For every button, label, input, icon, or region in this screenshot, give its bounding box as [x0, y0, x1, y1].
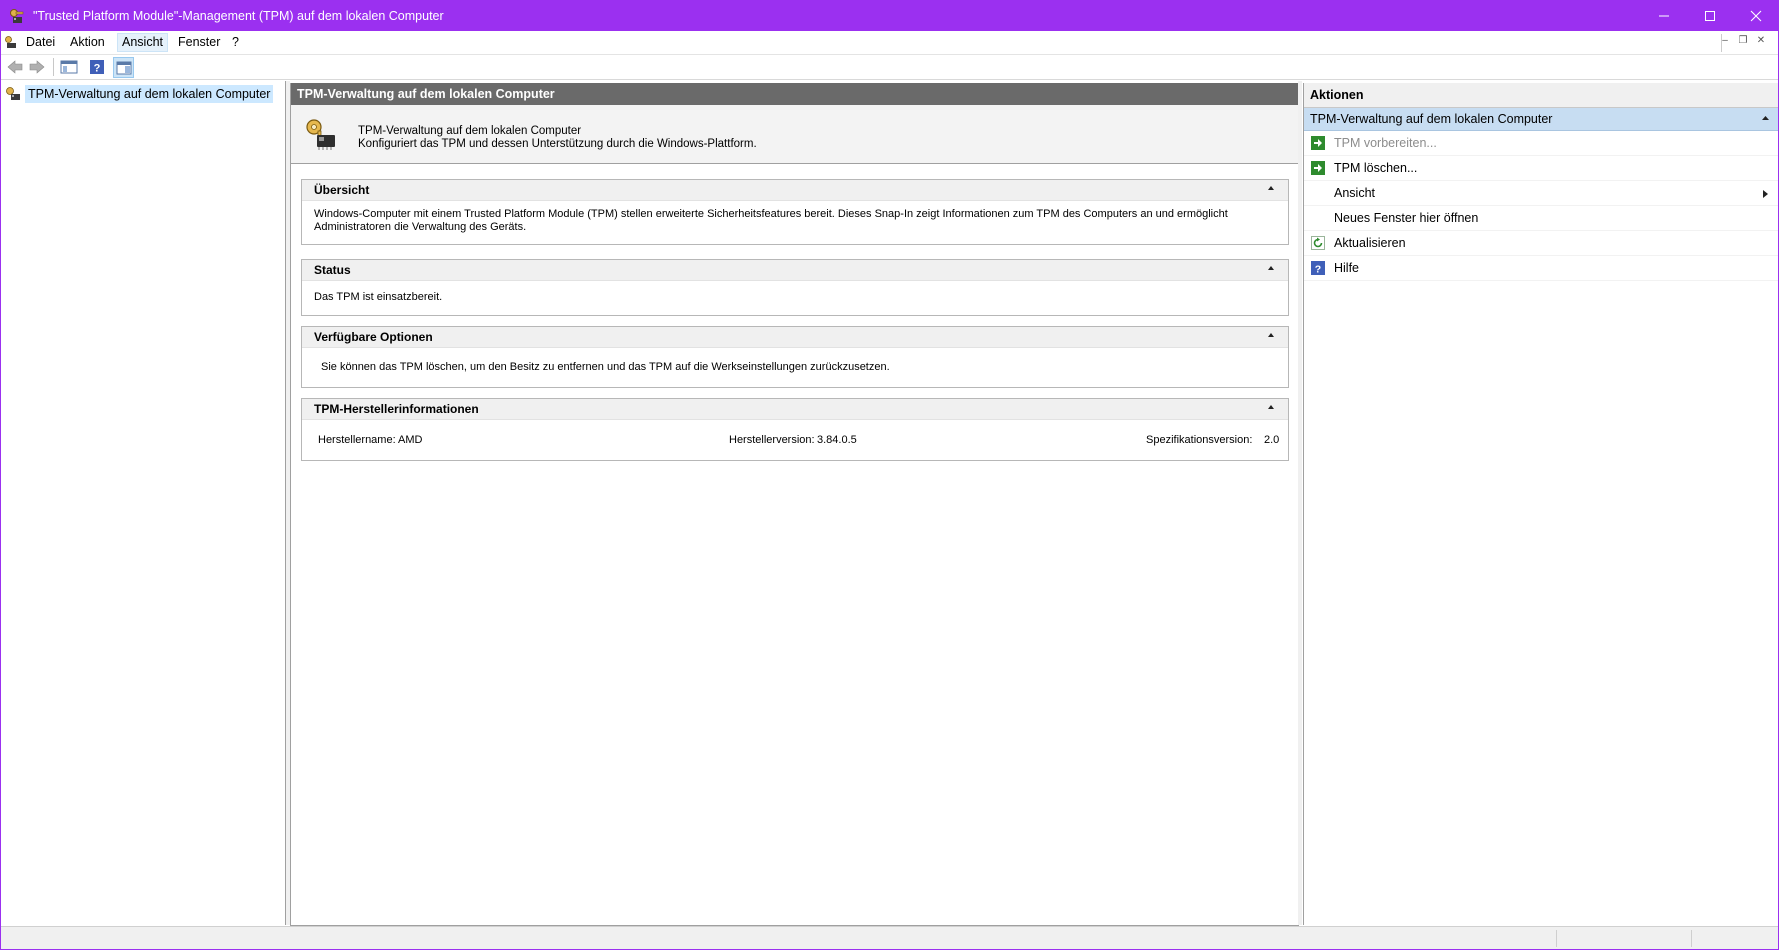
action-label: Ansicht — [1334, 186, 1375, 200]
tpm-app-icon — [10, 9, 24, 23]
action-help[interactable]: ? Hilfe — [1304, 256, 1778, 281]
back-button[interactable] — [5, 57, 25, 77]
action-tpm-prepare[interactable]: TPM vorbereiten... — [1304, 131, 1778, 156]
menu-fenster[interactable]: Fenster — [174, 34, 224, 51]
help-toolbar-button[interactable]: ? — [87, 57, 107, 77]
status-bar-divider — [1556, 930, 1557, 947]
collapse-icon[interactable] — [1267, 332, 1275, 338]
action-new-window[interactable]: Neues Fenster hier öffnen — [1304, 206, 1778, 231]
help-icon: ? — [1311, 261, 1325, 275]
spec-version-label: Spezifikationsversion: — [1146, 434, 1253, 446]
description-band: TPM-Verwaltung auf dem lokalen Computer … — [291, 105, 1298, 164]
close-icon — [1750, 10, 1762, 22]
menu-ansicht[interactable]: Ansicht — [117, 33, 168, 52]
overview-section-header[interactable]: Übersicht — [302, 180, 1288, 201]
submenu-arrow-icon — [1763, 190, 1768, 198]
menu-aktion[interactable]: Aktion — [66, 34, 109, 51]
minimize-button[interactable] — [1641, 1, 1687, 31]
options-section-header[interactable]: Verfügbare Optionen — [302, 327, 1288, 348]
mmc-system-icon[interactable] — [4, 35, 18, 49]
action-label: Aktualisieren — [1334, 236, 1406, 250]
actions-header: Aktionen — [1304, 83, 1778, 108]
mdi-minimize-icon[interactable]: – — [1716, 35, 1734, 46]
manufacturer-body: Herstellername: AMD Herstellerversion: 3… — [302, 420, 1288, 458]
manufacturer-name-label: Herstellername: — [318, 434, 396, 446]
minimize-icon — [1659, 15, 1669, 17]
manufacturer-version-value: 3.84.0.5 — [817, 434, 857, 446]
svg-text:?: ? — [1315, 264, 1321, 276]
status-bar — [1, 926, 1778, 949]
mdi-restore-icon[interactable]: ❐ — [1734, 35, 1752, 46]
help-icon: ? — [90, 60, 104, 75]
action-pane-icon — [116, 61, 131, 74]
console-tree-icon — [60, 60, 78, 74]
collapse-icon[interactable] — [1267, 265, 1275, 271]
status-bar-divider — [1691, 930, 1692, 947]
manufacturer-section-header[interactable]: TPM-Herstellerinformationen — [302, 399, 1288, 420]
status-section-header[interactable]: Status — [302, 260, 1288, 281]
description-title: TPM-Verwaltung auf dem lokalen Computer — [358, 125, 582, 137]
results-pane-header: TPM-Verwaltung auf dem lokalen Computer — [291, 83, 1298, 105]
spec-version-value: 2.0 — [1264, 434, 1280, 446]
action-view[interactable]: Ansicht — [1304, 181, 1778, 206]
tree-item-label: TPM-Verwaltung auf dem lokalen Computer — [25, 85, 274, 103]
mdi-close-icon[interactable]: ✕ — [1752, 35, 1770, 46]
description-subtitle: Konfiguriert das TPM und dessen Unterstü… — [358, 138, 757, 150]
menu-datei[interactable]: Datei — [22, 34, 59, 51]
svg-text:?: ? — [94, 63, 101, 75]
action-label: TPM vorbereiten... — [1334, 136, 1437, 150]
options-section: Verfügbare Optionen Sie können das TPM l… — [301, 326, 1289, 388]
status-section: Status Das TPM ist einsatzbereit. — [301, 259, 1289, 316]
options-title: Verfügbare Optionen — [314, 330, 433, 344]
maximize-icon — [1705, 11, 1715, 21]
manufacturer-version-label: Herstellerversion: — [729, 434, 815, 446]
forward-button[interactable] — [27, 57, 47, 77]
overview-text: Windows-Computer mit einem Trusted Platf… — [314, 208, 1228, 233]
actions-pane: Aktionen TPM-Verwaltung auf dem lokalen … — [1303, 83, 1778, 925]
back-arrow-icon — [7, 60, 23, 74]
manufacturer-section: TPM-Herstellerinformationen Herstellerna… — [301, 398, 1289, 461]
refresh-icon — [1311, 236, 1325, 250]
window-title: "Trusted Platform Module"-Management (TP… — [33, 9, 444, 23]
tpm-chip-key-icon — [306, 119, 335, 150]
forward-arrow-icon — [29, 60, 45, 74]
collapse-icon[interactable] — [1267, 404, 1275, 410]
status-title: Status — [314, 263, 351, 277]
green-arrow-icon — [1311, 161, 1325, 175]
action-label: Hilfe — [1334, 261, 1360, 275]
console-tree: TPM-Verwaltung auf dem lokalen Computer — [1, 81, 286, 925]
results-pane: TPM-Verwaltung auf dem lokalen Computer … — [290, 83, 1299, 926]
show-hide-action-pane-button[interactable] — [113, 57, 134, 78]
action-label: TPM löschen... — [1334, 161, 1418, 175]
options-text: Sie können das TPM löschen, um den Besit… — [321, 361, 890, 373]
collapse-icon[interactable] — [1267, 185, 1275, 191]
overview-section: Übersicht Windows-Computer mit einem Tru… — [301, 179, 1289, 245]
action-tpm-clear[interactable]: TPM löschen... — [1304, 156, 1778, 181]
tree-item-tpm[interactable]: TPM-Verwaltung auf dem lokalen Computer — [5, 85, 274, 103]
status-text: Das TPM ist einsatzbereit. — [314, 291, 443, 303]
tpm-key-icon — [6, 87, 20, 100]
close-button[interactable] — [1733, 1, 1778, 31]
maximize-button[interactable] — [1687, 1, 1733, 31]
toolbar-separator — [53, 58, 54, 76]
collapse-icon[interactable] — [1761, 115, 1770, 121]
show-hide-tree-button[interactable] — [59, 57, 79, 77]
title-bar: "Trusted Platform Module"-Management (TP… — [1, 1, 1778, 31]
manufacturer-title: TPM-Herstellerinformationen — [314, 402, 479, 416]
toolbar: ? — [1, 55, 1778, 80]
green-arrow-icon — [1311, 136, 1325, 150]
actions-group-header[interactable]: TPM-Verwaltung auf dem lokalen Computer — [1304, 108, 1778, 131]
actions-group-label: TPM-Verwaltung auf dem lokalen Computer — [1310, 112, 1553, 126]
action-refresh[interactable]: Aktualisieren — [1304, 231, 1778, 256]
manufacturer-name-value: AMD — [398, 434, 423, 446]
menu-bar: Datei Aktion Ansicht Fenster ? – ❐ ✕ — [1, 31, 1778, 55]
mdi-buttons: – ❐ ✕ — [1716, 35, 1770, 46]
mmc-window: "Trusted Platform Module"-Management (TP… — [0, 0, 1779, 950]
right-splitter[interactable] — [1298, 81, 1302, 925]
menu-help[interactable]: ? — [228, 34, 243, 51]
overview-title: Übersicht — [314, 183, 370, 197]
action-label: Neues Fenster hier öffnen — [1334, 211, 1479, 225]
